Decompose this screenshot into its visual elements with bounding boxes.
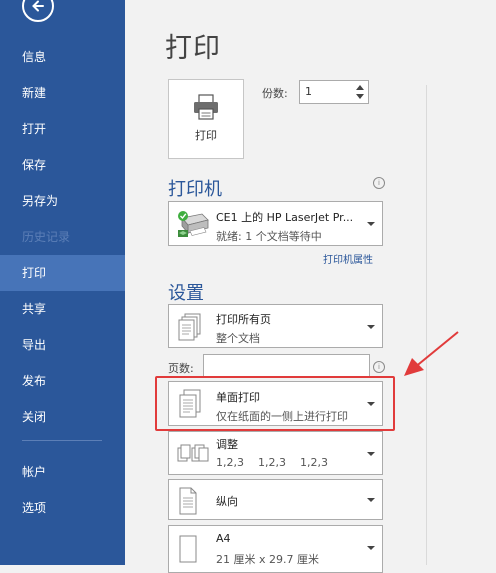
printer-icon	[194, 93, 218, 120]
collate-icon	[177, 444, 209, 462]
print-range-dropdown[interactable]: 打印所有页 整个文档	[168, 304, 383, 348]
back-button[interactable]	[22, 0, 54, 22]
panel-divider	[426, 85, 427, 565]
print-range-title: 打印所有页	[216, 313, 271, 326]
nav-item-print[interactable]: 打印	[0, 255, 125, 291]
paper-size-icon	[179, 535, 197, 563]
printer-section-title: 打印机	[168, 179, 222, 200]
collate-dropdown[interactable]: 调整 1,2,3 1,2,3 1,2,3	[168, 431, 383, 475]
nav-item-save[interactable]: 保存	[0, 147, 125, 183]
highlight-box	[155, 376, 395, 431]
copies-label: 份数:	[262, 87, 288, 100]
chevron-down-icon	[367, 498, 375, 502]
annotation-arrow-icon	[404, 331, 459, 376]
info-icon[interactable]: i	[373, 177, 385, 189]
all-pages-icon	[178, 313, 201, 341]
copies-spinner[interactable]	[355, 82, 367, 102]
paper-size-title: A4	[216, 532, 231, 545]
nav-item-open[interactable]: 打开	[0, 111, 125, 147]
spin-down-icon[interactable]	[356, 94, 364, 99]
print-range-subtitle: 整个文档	[216, 332, 260, 345]
spin-up-icon[interactable]	[356, 85, 364, 90]
collate-subtitle: 1,2,3 1,2,3 1,2,3	[216, 456, 328, 469]
page-title: 打印	[165, 33, 221, 64]
pages-input[interactable]	[203, 354, 370, 378]
orientation-title: 纵向	[216, 495, 238, 508]
nav-item-new[interactable]: 新建	[0, 75, 125, 111]
nav-item-info[interactable]: 信息	[0, 39, 125, 75]
copies-value: 1	[305, 85, 312, 98]
printer-device-icon	[178, 211, 209, 237]
chevron-down-icon	[367, 222, 375, 226]
collate-title: 调整	[216, 438, 238, 451]
chevron-down-icon	[367, 546, 375, 550]
back-arrow-icon	[32, 0, 44, 12]
nav-divider	[22, 440, 102, 441]
pages-label: 页数:	[168, 362, 194, 375]
printer-dropdown[interactable]: CE1 上的 HP LaserJet Pr... 就绪: 1 个文档等待中	[168, 201, 383, 246]
nav-item-close[interactable]: 关闭	[0, 399, 125, 435]
orientation-dropdown[interactable]: 纵向	[168, 479, 383, 520]
chevron-down-icon	[367, 325, 375, 329]
printer-status: 就绪: 1 个文档等待中	[216, 230, 322, 243]
portrait-icon	[179, 487, 197, 515]
printer-properties-link[interactable]: 打印机属性	[323, 251, 373, 266]
copies-stepper[interactable]: 1	[299, 80, 369, 104]
nav-item-save-as[interactable]: 另存为	[0, 183, 125, 219]
nav-item-publish[interactable]: 发布	[0, 363, 125, 399]
nav-item-options[interactable]: 选项	[0, 490, 125, 526]
settings-section-title: 设置	[168, 283, 204, 304]
nav-item-export[interactable]: 导出	[0, 327, 125, 363]
nav-item-history: 历史记录	[22, 230, 71, 244]
nav-item-account[interactable]: 帐户	[0, 454, 125, 490]
paper-size-dropdown[interactable]: A4 21 厘米 x 29.7 厘米	[168, 525, 383, 573]
backstage-sidebar: 信息 新建 打开 保存 另存为 历史记录 打印 共享 导出 发布 关闭 帐户 选…	[0, 0, 125, 565]
printer-name: CE1 上的 HP LaserJet Pr...	[216, 211, 354, 224]
print-button-label: 打印	[195, 128, 217, 142]
chevron-down-icon	[367, 452, 375, 456]
info-icon[interactable]: i	[373, 361, 385, 373]
print-button[interactable]: 打印	[168, 79, 244, 159]
nav-item-share[interactable]: 共享	[0, 291, 125, 327]
